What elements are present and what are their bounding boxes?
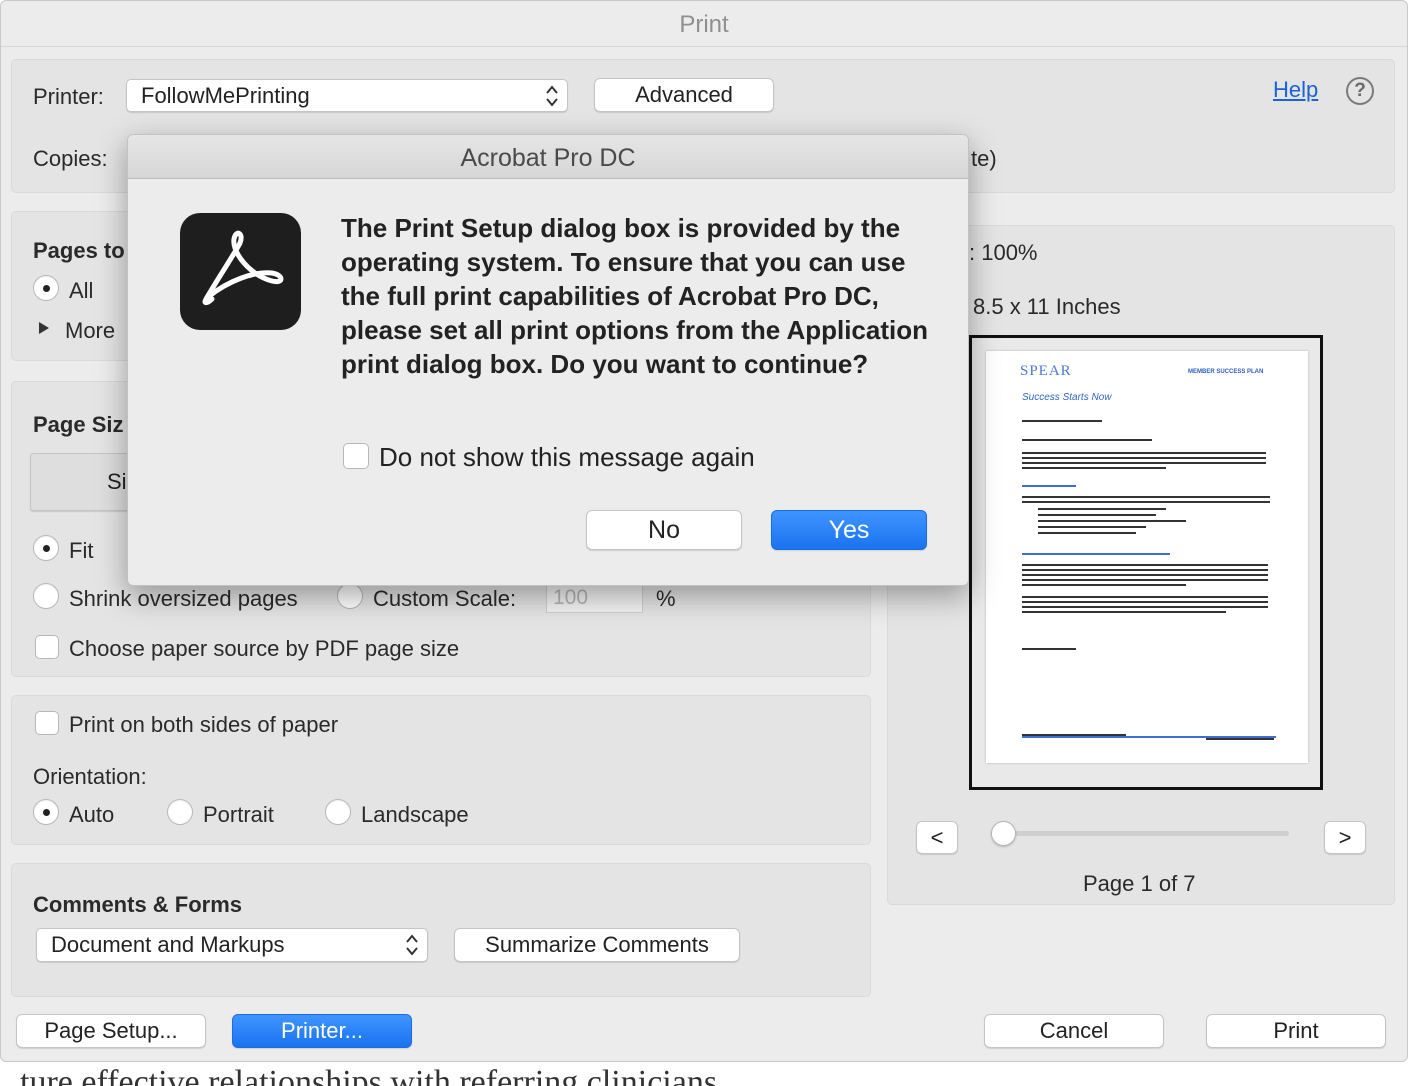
chevron-updown-icon — [406, 934, 418, 956]
page-setup-button[interactable]: Page Setup... — [16, 1014, 206, 1048]
prev-page-button[interactable]: < — [916, 821, 958, 854]
do-not-show-label: Do not show this message again — [379, 442, 755, 472]
background-document-text: ture effective relationships with referr… — [20, 1064, 718, 1086]
disclosure-triangle-icon[interactable] — [38, 321, 50, 335]
custom-scale-input[interactable]: 100 — [546, 583, 643, 613]
page-size-heading: Page Siz — [33, 412, 124, 437]
fit-radio[interactable] — [33, 535, 59, 561]
both-sides-checkbox[interactable] — [35, 711, 59, 735]
alert-title: Acrobat Pro DC — [128, 135, 968, 179]
next-page-button[interactable]: > — [1324, 821, 1366, 854]
printer-select-value: FollowMePrinting — [141, 83, 310, 108]
printer-select[interactable]: FollowMePrinting — [126, 79, 568, 112]
chevron-updown-icon — [546, 84, 558, 107]
pages-all-radio[interactable] — [33, 275, 59, 301]
printer-dialog-button[interactable]: Printer... — [232, 1014, 412, 1048]
custom-scale-label: Custom Scale: — [373, 586, 517, 611]
size-tab-label: Si — [107, 469, 127, 494]
page-slider-knob[interactable] — [991, 821, 1016, 846]
do-not-show-checkbox[interactable] — [343, 443, 369, 469]
print-button[interactable]: Print — [1206, 1014, 1386, 1048]
help-link[interactable]: Help — [1273, 77, 1318, 103]
copies-suffix: te) — [971, 146, 997, 171]
advanced-button[interactable]: Advanced — [594, 78, 774, 112]
preview-sheet: SPEAR MEMBER SUCCESS PLAN Success Starts… — [986, 351, 1308, 763]
pages-all-label: All — [69, 278, 94, 303]
acrobat-alert-dialog: Acrobat Pro DC The Print Setup dialog bo… — [127, 134, 969, 586]
orientation-landscape-radio[interactable] — [325, 799, 351, 825]
orientation-landscape-label: Landscape — [361, 802, 469, 827]
paper-source-checkbox[interactable] — [35, 635, 59, 659]
page-slider-track[interactable] — [1001, 831, 1289, 836]
summarize-comments-button[interactable]: Summarize Comments — [454, 928, 740, 962]
no-button[interactable]: No — [586, 510, 742, 550]
preview-scale-text: : 100% — [969, 240, 1038, 265]
orientation-label: Orientation: — [33, 764, 147, 789]
percent-label: % — [656, 586, 676, 611]
comments-select[interactable]: Document and Markups — [36, 928, 428, 962]
doc-text-lines — [1022, 420, 1276, 740]
comments-select-value: Document and Markups — [51, 932, 285, 957]
window-title: Print — [1, 1, 1407, 47]
more-options-label[interactable]: More — [65, 318, 115, 344]
pages-heading: Pages to — [33, 238, 125, 263]
both-sides-label: Print on both sides of paper — [69, 712, 339, 737]
shrink-label: Shrink oversized pages — [69, 586, 298, 611]
orientation-auto-label: Auto — [69, 802, 115, 827]
alert-message: The Print Setup dialog box is provided b… — [341, 213, 928, 379]
fit-label: Fit — [69, 538, 94, 563]
acrobat-icon — [180, 213, 301, 330]
page-indicator: Page 1 of 7 — [1083, 871, 1196, 896]
custom-scale-radio[interactable] — [337, 583, 363, 609]
acrobat-logo-icon — [202, 230, 284, 306]
page-preview: SPEAR MEMBER SUCCESS PLAN Success Starts… — [969, 335, 1323, 790]
cancel-button[interactable]: Cancel — [984, 1014, 1164, 1048]
yes-button[interactable]: Yes — [771, 510, 927, 550]
printer-label: Printer: — [33, 84, 104, 109]
orientation-auto-radio[interactable] — [33, 799, 59, 825]
copies-label: Copies: — [33, 146, 108, 171]
orientation-portrait-radio[interactable] — [167, 799, 193, 825]
comments-heading: Comments & Forms — [33, 892, 243, 917]
help-icon[interactable]: ? — [1346, 77, 1374, 105]
orientation-portrait-label: Portrait — [203, 802, 274, 827]
shrink-radio[interactable] — [33, 583, 59, 609]
paper-source-label: Choose paper source by PDF page size — [69, 636, 460, 661]
preview-size-text: 8.5 x 11 Inches — [973, 294, 1121, 319]
